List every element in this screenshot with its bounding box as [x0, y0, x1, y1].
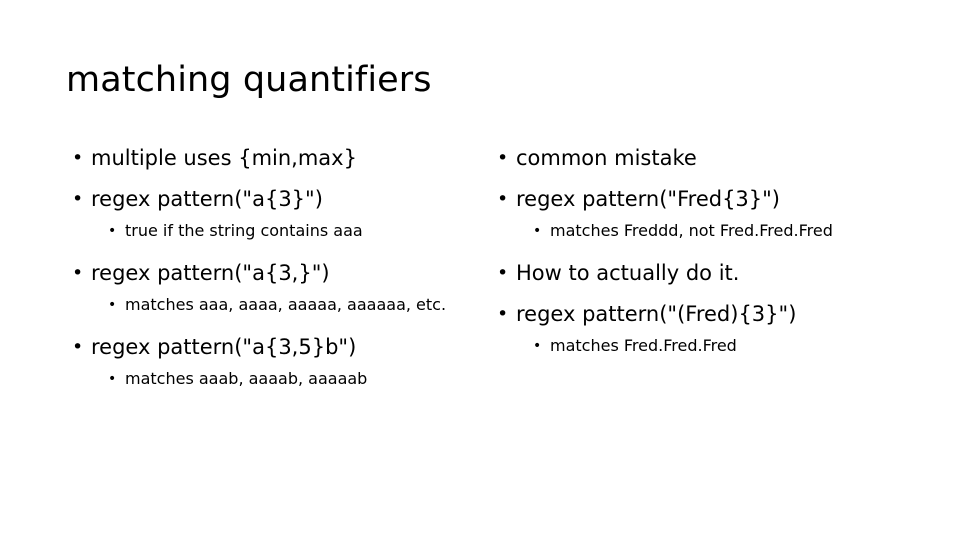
- bullet-icon: •: [533, 338, 542, 354]
- slide-body: • multiple uses {min,max} • regex patter…: [0, 145, 960, 402]
- list-item[interactable]: • How to actually do it.: [497, 260, 917, 287]
- slide: matching quantifiers • multiple uses {mi…: [0, 0, 960, 540]
- bullet-icon: •: [72, 188, 84, 210]
- list-item[interactable]: • common mistake: [497, 145, 917, 172]
- bullet-icon: •: [72, 147, 84, 169]
- list-item[interactable]: • regex pattern("Fred{3}"): [497, 186, 917, 213]
- list-item[interactable]: • regex pattern("a{3}"): [72, 186, 497, 213]
- list-item-label: regex pattern("a{3}"): [91, 187, 323, 211]
- list-item-label: matches aaab, aaaab, aaaaab: [125, 369, 368, 388]
- bullet-icon: •: [497, 147, 509, 169]
- bullet-icon: •: [497, 303, 509, 325]
- bullet-icon: •: [72, 336, 84, 358]
- list-item[interactable]: • matches aaa, aaaa, aaaaa, aaaaaa, etc.: [108, 294, 497, 316]
- list-item[interactable]: • regex pattern("a{3,5}b"): [72, 334, 497, 361]
- list-item-label: true if the string contains aaa: [125, 221, 363, 240]
- bullet-icon: •: [108, 297, 117, 313]
- bullet-icon: •: [533, 223, 542, 239]
- list-item-label: How to actually do it.: [516, 261, 740, 285]
- list-item[interactable]: • multiple uses {min,max}: [72, 145, 497, 172]
- list-item-label: matches Fred.Fred.Fred: [550, 336, 737, 355]
- list-item-label: matches Freddd, not Fred.Fred.Fred: [550, 221, 833, 240]
- page-title: matching quantifiers: [66, 60, 432, 100]
- content-column-left: • multiple uses {min,max} • regex patter…: [72, 145, 497, 402]
- bullet-icon: •: [108, 371, 117, 387]
- list-item-label: multiple uses {min,max}: [91, 146, 357, 170]
- list-item[interactable]: • matches aaab, aaaab, aaaaab: [108, 368, 497, 390]
- list-item-label: regex pattern("(Fred){3}"): [516, 302, 797, 326]
- list-item-label: regex pattern("a{3,5}b"): [91, 335, 357, 359]
- bullet-icon: •: [497, 188, 509, 210]
- list-item[interactable]: • regex pattern("(Fred){3}"): [497, 301, 917, 328]
- bullet-icon: •: [497, 262, 509, 284]
- list-item[interactable]: • regex pattern("a{3,}"): [72, 260, 497, 287]
- list-item[interactable]: • true if the string contains aaa: [108, 220, 497, 242]
- list-item-label: common mistake: [516, 146, 697, 170]
- list-item[interactable]: • matches Fred.Fred.Fred: [533, 335, 917, 357]
- list-item-label: regex pattern("Fred{3}"): [516, 187, 780, 211]
- list-item-label: regex pattern("a{3,}"): [91, 261, 330, 285]
- content-column-right: • common mistake • regex pattern("Fred{3…: [497, 145, 917, 369]
- bullet-icon: •: [108, 223, 117, 239]
- list-item-label: matches aaa, aaaa, aaaaa, aaaaaa, etc.: [125, 295, 447, 314]
- bullet-icon: •: [72, 262, 84, 284]
- list-item[interactable]: • matches Freddd, not Fred.Fred.Fred: [533, 220, 917, 242]
